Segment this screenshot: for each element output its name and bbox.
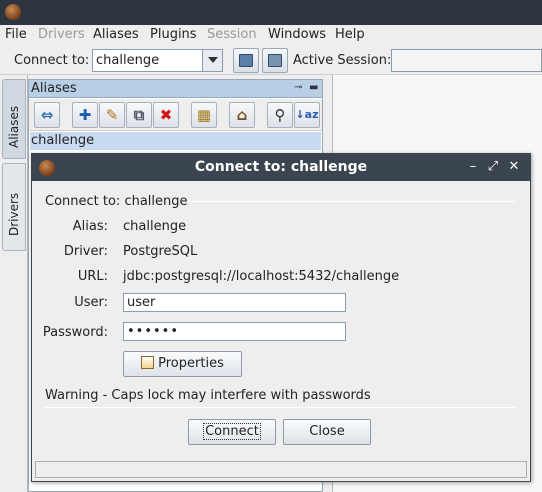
menu-drivers[interactable]: Drivers xyxy=(38,27,85,42)
connect-to-label: Connect to: xyxy=(14,53,90,68)
aliases-panel-header: Aliases ⊸ ▬ xyxy=(29,80,322,98)
button-divider xyxy=(45,407,515,408)
active-session-combo[interactable] xyxy=(391,49,542,72)
sort-az-icon: ↓az xyxy=(295,108,319,121)
pin-icon[interactable]: ⊸ xyxy=(294,83,304,93)
new-session-button[interactable] xyxy=(262,48,288,73)
menu-windows[interactable]: Windows xyxy=(268,27,326,42)
sort-alias-button[interactable]: ↓az xyxy=(294,102,320,128)
section-divider xyxy=(189,201,515,202)
caps-lock-warning: Warning - Caps lock may interfere with p… xyxy=(45,388,371,403)
alias-list-item-label: challenge xyxy=(31,133,95,148)
section-label: Connect to: challenge xyxy=(45,194,188,209)
dialog-titlebar: Connect to: challenge – ⤢ ✕ xyxy=(32,154,530,181)
connect-plug-icon: ⇔ xyxy=(40,106,54,124)
connect-dialog: Connect to: challenge – ⤢ ✕ Connect to: … xyxy=(31,153,531,482)
close-icon[interactable]: ✕ xyxy=(507,159,521,175)
connect-to-value: challenge xyxy=(96,53,160,68)
delete-icon: ✖ xyxy=(159,106,173,124)
app-logo-icon xyxy=(5,4,21,20)
folder-icon: ⌂ xyxy=(236,106,248,124)
aliases-panel-title: Aliases xyxy=(31,81,77,96)
minimize-panel-icon[interactable]: ▬ xyxy=(309,83,319,93)
main-toolbar: Connect to: challenge Active Session: xyxy=(0,45,542,75)
side-tab-strip: Aliases Drivers xyxy=(0,75,28,492)
plus-icon: ✚ xyxy=(78,106,92,124)
search-icon: ⚲ xyxy=(274,106,286,124)
copy-icon: ⧉ xyxy=(133,106,145,124)
copy-alias-button[interactable]: ⧉ xyxy=(126,102,152,128)
close-button-label: Close xyxy=(309,424,345,439)
password-label: Password: xyxy=(42,325,108,340)
url-label: URL: xyxy=(77,269,108,284)
alias-list-item[interactable]: challenge xyxy=(30,132,321,150)
pencil-icon: ✎ xyxy=(105,106,119,124)
tab-aliases[interactable]: Aliases xyxy=(2,79,26,159)
active-session-label: Active Session: xyxy=(293,53,392,68)
search-alias-button[interactable]: ⚲ xyxy=(267,102,293,128)
folder-button[interactable]: ⌂ xyxy=(229,102,255,128)
menu-session[interactable]: Session xyxy=(207,27,257,42)
delete-alias-button[interactable]: ✖ xyxy=(153,102,179,128)
dialog-title: Connect to: challenge xyxy=(194,159,368,175)
menu-file[interactable]: File xyxy=(5,27,27,42)
tab-drivers-label: Drivers xyxy=(7,192,21,236)
dialog-status-bar xyxy=(35,461,527,478)
properties-button[interactable]: Properties xyxy=(123,351,242,377)
properties-icon: ▦ xyxy=(196,106,212,124)
driver-label: Driver: xyxy=(63,244,108,259)
connect-button-label: Connect xyxy=(203,423,261,440)
session-icon xyxy=(268,54,282,67)
connect-to-combo[interactable]: challenge xyxy=(92,49,223,72)
menu-plugins[interactable]: Plugins xyxy=(150,27,197,42)
user-field[interactable]: user xyxy=(123,293,346,312)
password-field[interactable]: •••••• xyxy=(123,322,346,341)
new-alias-button[interactable]: ✚ xyxy=(72,102,98,128)
properties-icon xyxy=(141,356,155,369)
driver-value: PostgreSQL xyxy=(123,244,198,259)
properties-button-label: Properties xyxy=(158,356,224,371)
tab-drivers[interactable]: Drivers xyxy=(2,163,26,251)
connect-button[interactable]: ⇔ xyxy=(34,102,60,128)
alias-value: challenge xyxy=(123,219,187,234)
edit-alias-button[interactable]: ✎ xyxy=(99,102,125,128)
user-label: User: xyxy=(74,295,108,310)
tab-aliases-label: Aliases xyxy=(7,105,21,148)
maximize-icon[interactable]: ⤢ xyxy=(486,159,500,175)
connect-icon xyxy=(239,54,253,67)
minimize-icon[interactable]: – xyxy=(466,159,480,175)
connect-button[interactable]: Connect xyxy=(188,419,276,445)
menubar: File Drivers Aliases Plugins Session Win… xyxy=(0,25,542,45)
menu-help[interactable]: Help xyxy=(335,27,365,42)
close-button[interactable]: Close xyxy=(283,419,371,445)
chevron-down-icon[interactable] xyxy=(202,50,222,71)
properties-toolbar-button[interactable]: ▦ xyxy=(191,102,217,128)
url-value: jdbc:postgresql://localhost:5432/challen… xyxy=(123,269,400,284)
app-titlebar xyxy=(0,0,542,25)
connect-alias-button[interactable] xyxy=(233,48,259,73)
alias-label: Alias: xyxy=(72,219,108,234)
aliases-toolbar: ⇔ ✚ ✎ ⧉ ✖ ▦ ⌂ ⚲ ↓az xyxy=(29,99,322,131)
menu-aliases[interactable]: Aliases xyxy=(93,27,139,42)
